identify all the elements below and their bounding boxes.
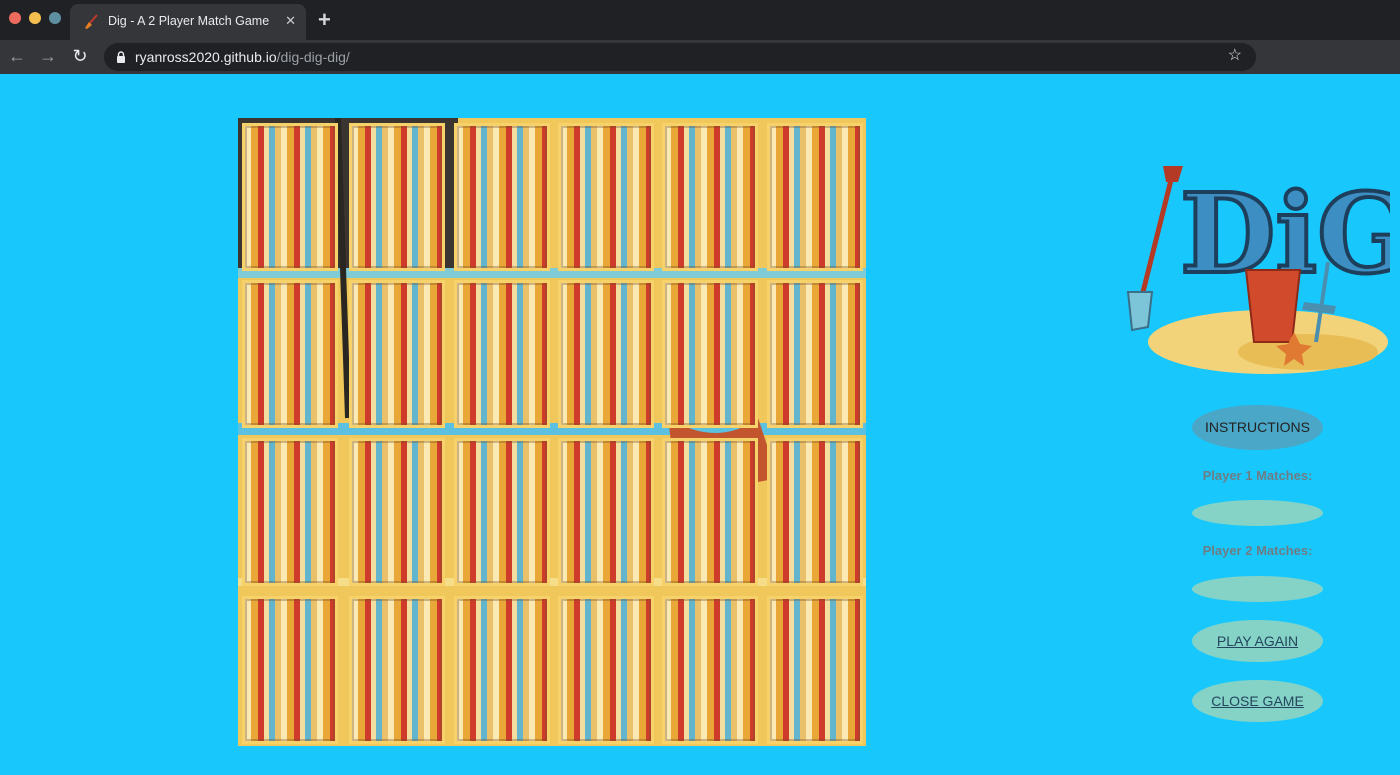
player2-matches-label: Player 2 Matches: — [1202, 543, 1313, 558]
tab-title: Dig - A 2 Player Match Game — [108, 14, 270, 28]
window-minimize-button[interactable] — [29, 12, 41, 24]
card-face-down[interactable] — [558, 280, 654, 428]
address-bar[interactable]: ryanross2020.github.io/dig-dig-dig/ ☆ — [104, 43, 1256, 71]
card-face-down[interactable] — [767, 438, 863, 586]
bookmark-star-icon[interactable]: ☆ — [1228, 46, 1242, 66]
forward-arrow-icon[interactable]: → — [37, 45, 59, 67]
card-face-down[interactable] — [767, 123, 863, 271]
card-face-down[interactable] — [349, 596, 445, 744]
card-face-down[interactable] — [662, 596, 758, 744]
shovel-icon — [85, 14, 98, 29]
browser-toolbar: ← → ↻ ryanross2020.github.io/dig-dig-dig… — [0, 40, 1400, 74]
player1-matches-label: Player 1 Matches: — [1202, 468, 1313, 483]
back-arrow-icon[interactable]: ← — [6, 45, 28, 67]
card-face-down[interactable] — [767, 280, 863, 428]
player2-matches-value — [1192, 576, 1323, 602]
card-face-down[interactable] — [349, 280, 445, 428]
url-host: ryanross2020.github.io — [135, 49, 277, 65]
card-face-down[interactable] — [558, 438, 654, 586]
instructions-button[interactable]: INSTRUCTIONS — [1192, 405, 1323, 450]
card-face-down[interactable] — [242, 438, 338, 586]
card-face-down[interactable] — [454, 280, 550, 428]
new-tab-icon[interactable]: + — [318, 8, 331, 32]
tab-close-icon[interactable]: ✕ — [285, 12, 296, 30]
card-face-down[interactable] — [454, 123, 550, 271]
card-face-down[interactable] — [558, 596, 654, 744]
url-path: /dig-dig-dig/ — [276, 49, 350, 65]
card-face-down[interactable] — [242, 596, 338, 744]
browser-tab-bar: Dig - A 2 Player Match Game ✕ + — [0, 0, 1400, 40]
card-face-down[interactable] — [454, 596, 550, 744]
player1-matches-value — [1192, 500, 1323, 526]
dig-logo: DiG — [1126, 166, 1390, 374]
close-game-button[interactable]: CLOSE GAME — [1192, 680, 1323, 722]
browser-tab[interactable]: Dig - A 2 Player Match Game ✕ — [70, 4, 306, 40]
play-again-button[interactable]: PLAY AGAIN — [1192, 620, 1323, 662]
card-face-down[interactable] — [662, 123, 758, 271]
lock-icon — [117, 51, 125, 63]
card-face-down[interactable] — [662, 280, 758, 428]
url-text[interactable]: ryanross2020.github.io/dig-dig-dig/ — [135, 49, 350, 65]
card-face-down[interactable] — [767, 596, 863, 744]
card-face-down[interactable] — [349, 438, 445, 586]
card-face-down[interactable] — [454, 438, 550, 586]
window-close-button[interactable] — [9, 12, 21, 24]
card-face-down[interactable] — [662, 438, 758, 586]
card-face-down[interactable] — [558, 123, 654, 271]
card-face-down[interactable] — [242, 123, 338, 271]
card-face-down[interactable] — [242, 280, 338, 428]
window-zoom-button[interactable] — [49, 12, 61, 24]
game-board — [238, 118, 866, 746]
reload-icon[interactable]: ↻ — [69, 45, 91, 67]
card-face-down[interactable] — [349, 123, 445, 271]
